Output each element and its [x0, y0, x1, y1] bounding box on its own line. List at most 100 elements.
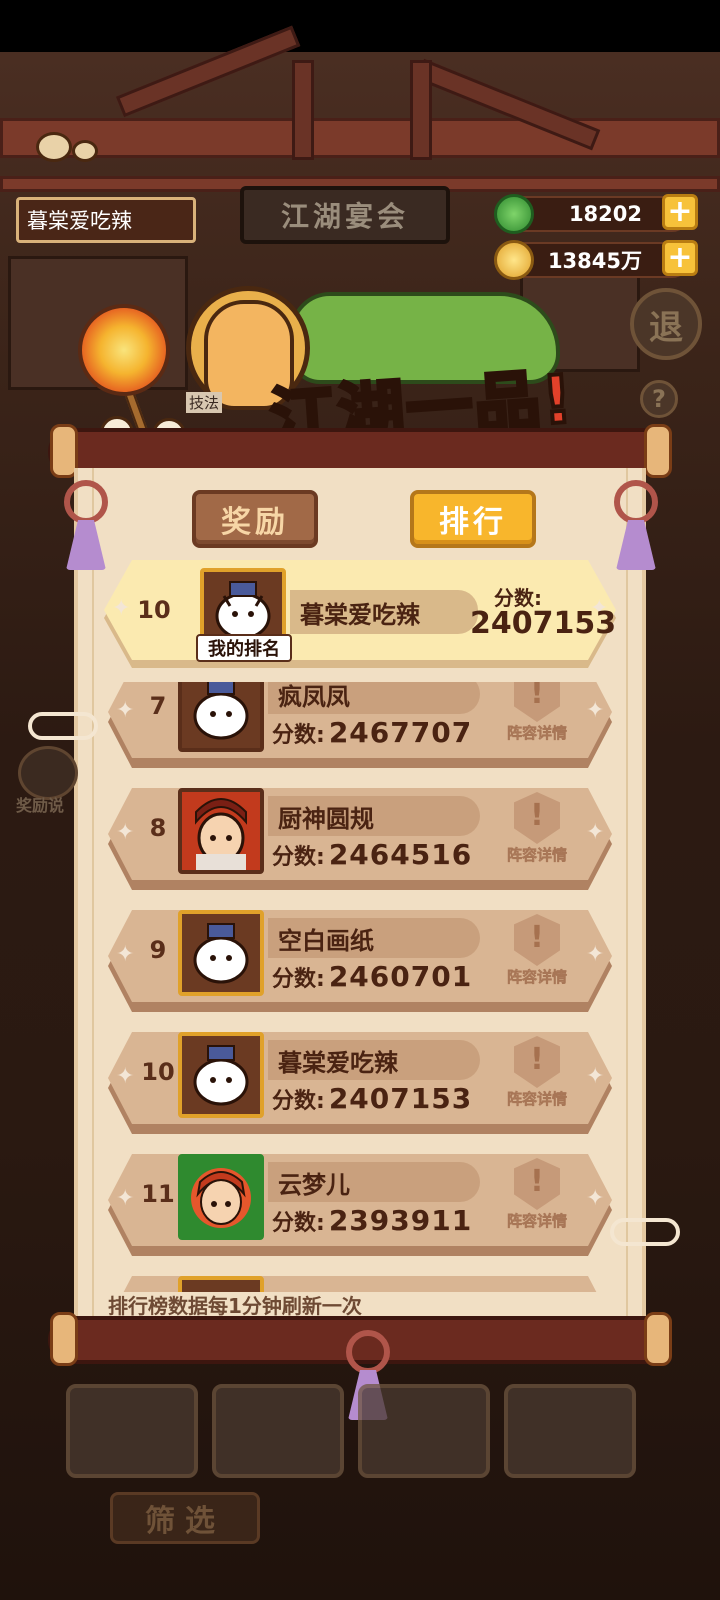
list-item: ✦ ✦ 11 云梦儿 分数: 2393911 ! 阵容详情	[108, 1154, 612, 1260]
score-label: 分数:	[272, 845, 325, 870]
score-line: 分数: 2407153	[272, 1082, 472, 1115]
lineup-details-button[interactable]: ! 阵容详情	[496, 682, 578, 750]
cloud-decoration	[610, 1218, 680, 1246]
score-line: 分数: 2467707	[272, 716, 472, 749]
list-item: ✦ ✦ 8 厨神圆规 分数: 2464516 ! 阵容详情	[108, 788, 612, 894]
list-item: ✦ ✦ 9 空白画纸 分数: 2460701 ! 阵容详情	[108, 910, 612, 1016]
lineup-details-label: 阵容详情	[506, 1212, 568, 1231]
tab-ranking[interactable]: 排行	[410, 490, 536, 548]
exit-button[interactable]: 退	[630, 288, 702, 360]
diamond-decoration-icon: ✦	[586, 942, 605, 967]
rank-number: 10	[141, 1058, 175, 1086]
diamond-decoration-icon: ✦	[586, 1186, 605, 1211]
exclamation-icon: !	[530, 798, 544, 833]
player-name: 暮棠爱吃辣	[16, 197, 196, 243]
background-label: 技法	[186, 392, 223, 413]
jade-amount: 18202	[568, 202, 642, 226]
roof-bird	[36, 132, 72, 162]
lineup-details-button[interactable]: ! 阵容详情	[496, 792, 578, 872]
player-name-label: 厨神圆规	[268, 796, 480, 836]
hero-card[interactable]	[358, 1384, 490, 1478]
score-line: 分数: 2464516	[272, 838, 472, 871]
player-avatar	[178, 1032, 264, 1118]
list-item: ✦ ✦ 7 疯凤凤 分数: 2467707 ! 阵容详情	[108, 682, 612, 772]
score-value: 2460701	[328, 960, 473, 993]
player-name-label: 疯凤凤	[268, 682, 480, 714]
cloud-decoration	[28, 712, 98, 740]
exclamation-icon: !	[530, 920, 544, 955]
scroll-cap	[50, 1312, 78, 1366]
player-avatar	[178, 910, 264, 996]
diamond-decoration-icon: ✦	[112, 596, 131, 621]
roof-beam	[0, 118, 720, 158]
score-value: 2464516	[328, 838, 473, 871]
lineup-details-button[interactable]: ! 阵容详情	[496, 914, 578, 994]
player-avatar	[178, 682, 264, 752]
rafter	[292, 60, 314, 160]
exclamation-icon: !	[530, 1164, 544, 1199]
scroll-cap	[644, 424, 672, 478]
score-value: 2393911	[328, 1204, 473, 1237]
score-label: 分数:	[272, 723, 325, 748]
player-avatar	[178, 788, 264, 874]
lineup-details-label: 阵容详情	[506, 1090, 568, 1109]
tassel-decoration	[606, 480, 666, 572]
score-value: 2407153	[328, 1082, 473, 1115]
hero-card[interactable]	[504, 1384, 636, 1478]
jade-icon	[494, 194, 534, 234]
list-item: ✦ ✦ 10 暮棠爱吃辣 分数: 2407153 ! 阵容详情	[108, 1032, 612, 1138]
score-value: 2467707	[328, 716, 473, 749]
tavern-sign: 江湖宴会	[240, 186, 450, 244]
my-name: 暮棠爱吃辣	[290, 590, 478, 634]
diamond-decoration-icon: ✦	[116, 1064, 135, 1089]
help-button[interactable]: ?	[640, 380, 678, 418]
rank-number: 9	[149, 936, 167, 964]
exclamation-icon: !	[530, 682, 544, 711]
hero-card[interactable]	[212, 1384, 344, 1478]
rank-number: 7	[149, 692, 167, 720]
roof-bird	[72, 140, 98, 162]
player-name-label: 暮棠爱吃辣	[268, 1040, 480, 1080]
my-rank-badge: 我的排名	[196, 634, 292, 662]
diamond-decoration-icon: ✦	[116, 820, 135, 845]
lineup-details-label: 阵容详情	[506, 724, 568, 743]
lineup-details-label: 阵容详情	[506, 846, 568, 865]
score-label: 分数:	[272, 1089, 325, 1114]
diamond-decoration-icon: ✦	[116, 1186, 135, 1211]
lineup-details-button[interactable]: ! 阵容详情	[496, 1158, 578, 1238]
diamond-decoration-icon: ✦	[116, 698, 135, 723]
score-label: 分数:	[272, 967, 325, 992]
add-jade-button[interactable]: +	[662, 194, 698, 230]
lineup-details-button[interactable]: ! 阵容详情	[496, 1036, 578, 1116]
coin-amount: 13845万	[547, 249, 642, 273]
exclamation-icon: !	[530, 1042, 544, 1077]
ranking-list[interactable]: ✦ ✦ 7 疯凤凤 分数: 2467707 ! 阵容详情 ✦ ✦ 8 厨神圆规 …	[100, 682, 620, 1292]
add-coins-button[interactable]: +	[662, 240, 698, 276]
my-rank-number: 10	[137, 596, 171, 624]
my-rank-row: ✦ ✦ 10 暮棠爱吃辣 我的排名 分数: 2407153	[104, 560, 616, 668]
fire-torch-icon	[78, 304, 170, 396]
diamond-decoration-icon: ✦	[586, 1064, 605, 1089]
refresh-note: 排行榜数据每1分钟刷新一次	[108, 1294, 362, 1318]
filter-button[interactable]: 筛选	[110, 1492, 260, 1544]
player-name-label: 云梦儿	[268, 1162, 480, 1202]
player-avatar	[178, 1154, 264, 1240]
rank-number: 8	[149, 814, 167, 842]
rafter	[410, 60, 432, 160]
score-line: 分数: 2460701	[272, 960, 472, 993]
tab-rewards[interactable]: 奖励	[192, 490, 318, 548]
player-name-label: 空白画纸	[268, 918, 480, 958]
lineup-details-label: 阵容详情	[506, 968, 568, 987]
reward-info-label: 奖励说	[16, 796, 65, 815]
diamond-decoration-icon: ✦	[586, 698, 605, 723]
diamond-decoration-icon: ✦	[116, 942, 135, 967]
coin-icon	[494, 240, 534, 280]
hero-card[interactable]	[66, 1384, 198, 1478]
score-line: 分数: 2393911	[272, 1204, 472, 1237]
scroll-cap	[644, 1312, 672, 1366]
tassel-decoration	[56, 480, 116, 572]
my-score-value: 2407153	[470, 606, 617, 641]
diamond-decoration-icon: ✦	[586, 820, 605, 845]
rank-number: 11	[141, 1180, 175, 1208]
score-label: 分数:	[272, 1211, 325, 1236]
